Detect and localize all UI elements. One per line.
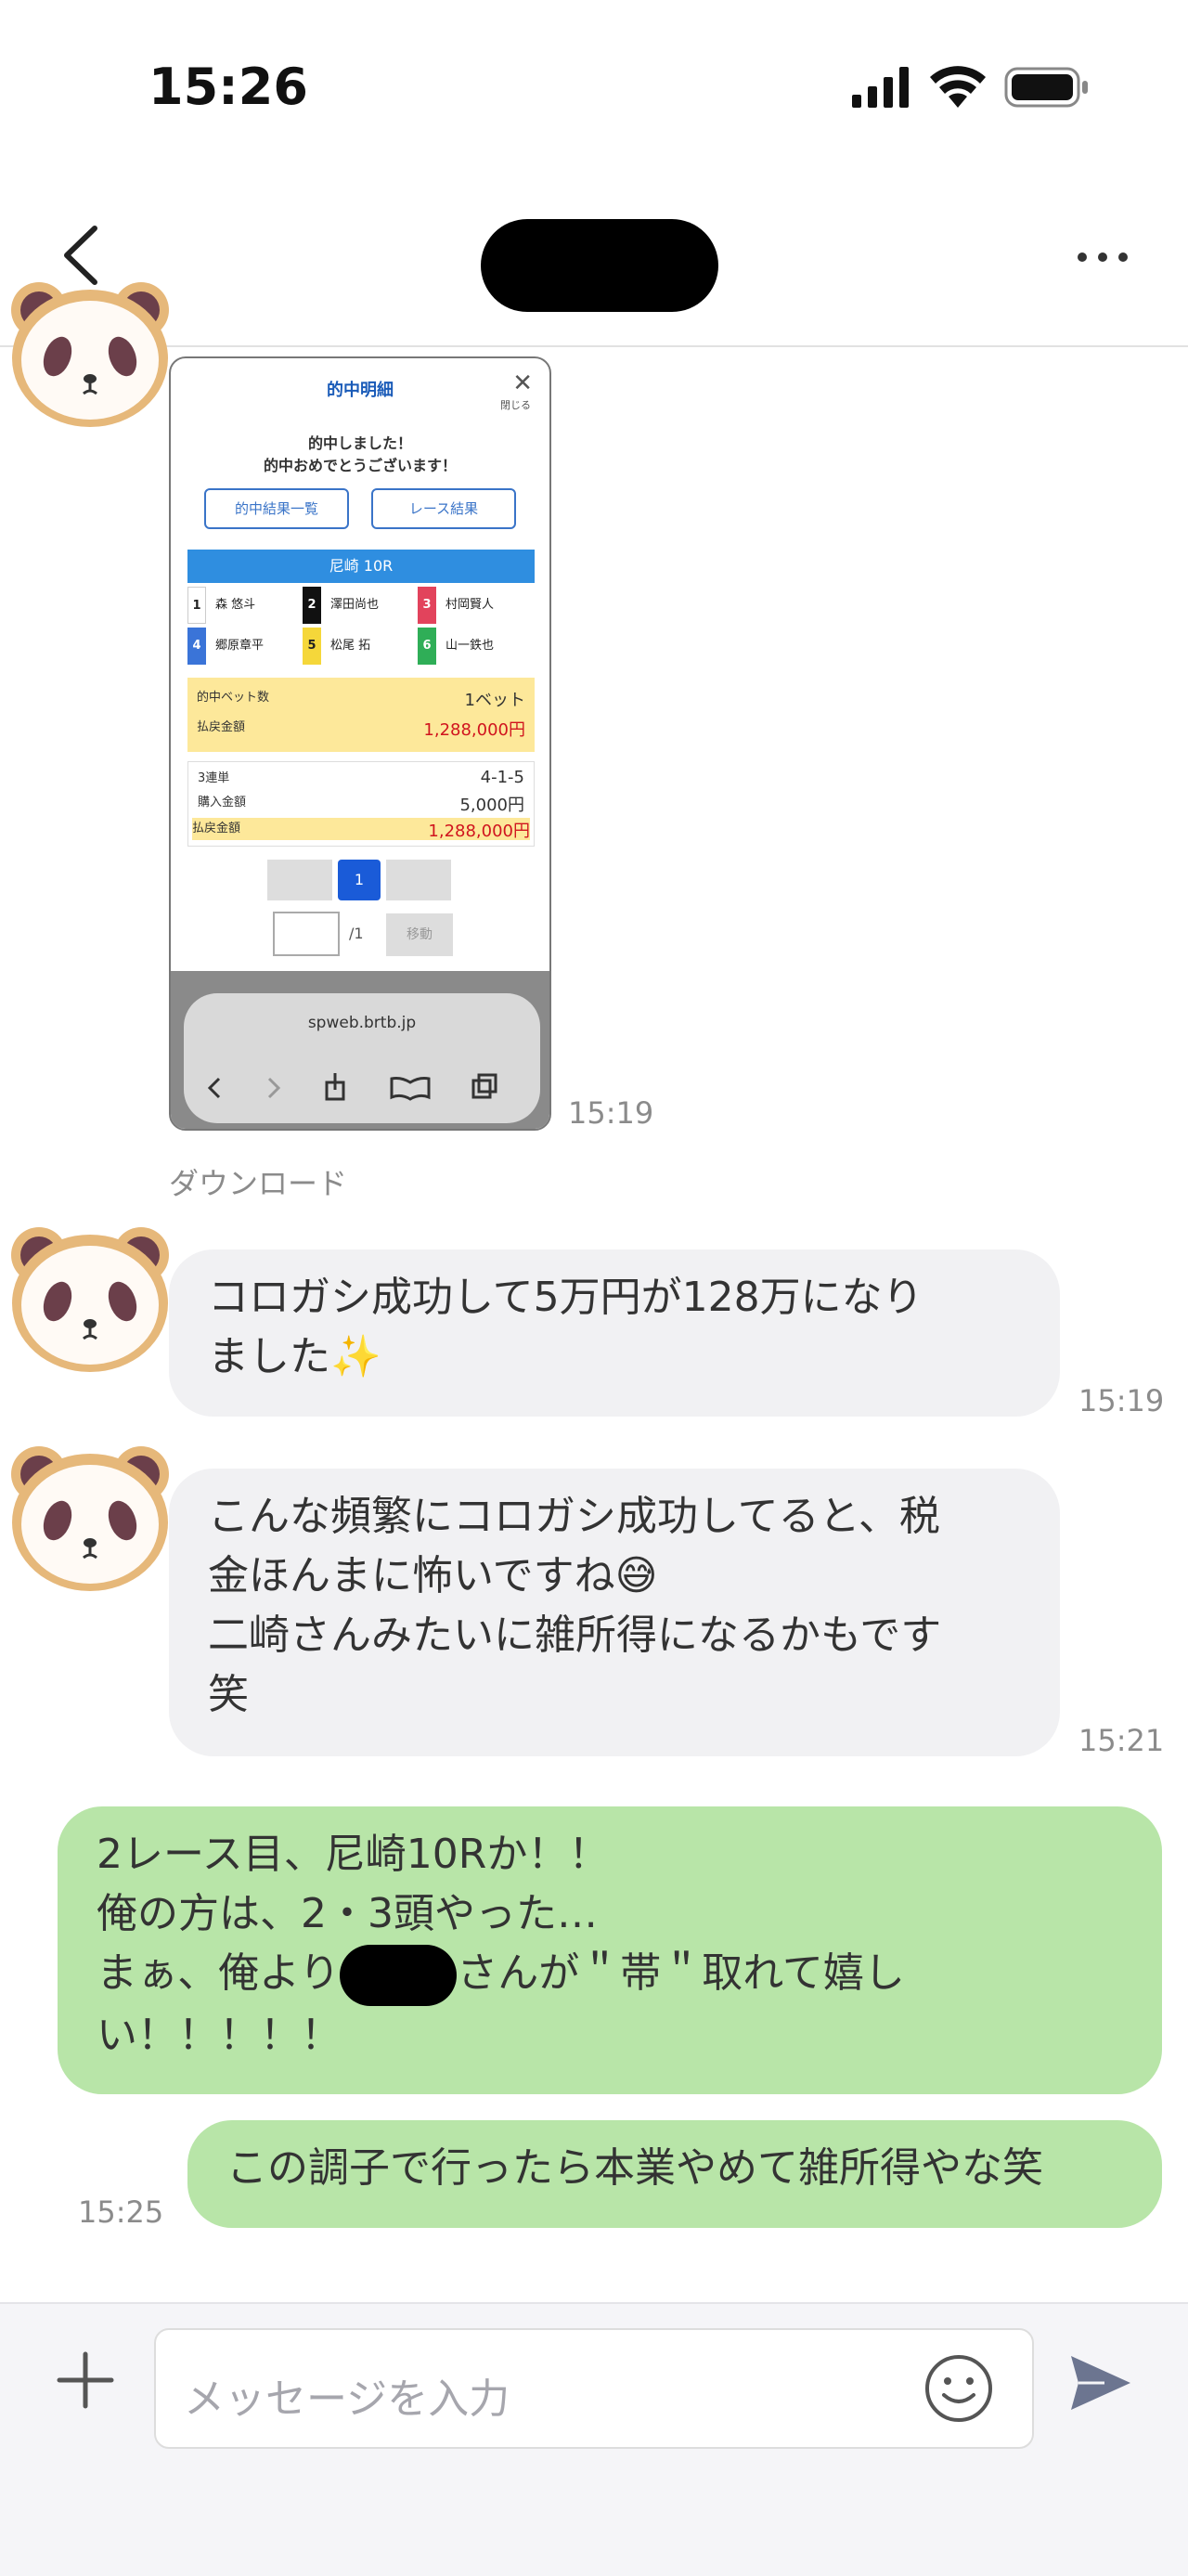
mini-horse-row: 4 郷原章平 5 松尾 拓 6 山一鉄也 [187,628,535,665]
close-icon: ✕ [512,369,533,397]
mini-button-list: 的中結果一覧 [204,488,349,529]
clock: 15:26 [148,58,308,116]
mini-value: 5,000円 [459,796,524,815]
mini-page-input [273,912,340,956]
mini-url-bar: spweb.brtb.jp [184,993,540,1123]
message-time: 15:25 [78,2194,164,2230]
mini-horse-name: 村岡賢人 [446,598,495,612]
message-text-part: さんが＂帯＂取れて嬉し [457,1949,905,1997]
message-text-line: 笑 [208,1671,249,1718]
mini-value: 1,288,000円 [423,720,525,740]
message-text-line: この調子で行ったら本業やめて雑所得やな笑 [226,2144,1043,2192]
mini-button-result: レース結果 [371,488,516,529]
cellular-signal-icon [852,67,909,108]
mini-hit-line2: 的中おめでとうございます！ [263,457,457,474]
battery-icon [1004,67,1088,108]
status-bar: 15:26 [0,0,1188,176]
mini-hit-line1: 的中しました！ [307,434,412,452]
wifi-icon [930,66,986,108]
mini-horse-name: 松尾 拓 [330,639,371,653]
message-text-line: まぁ、俺より さんが＂帯＂取れて嬉し [97,1944,1123,2006]
mini-horse-num: 2 [303,587,321,624]
message-time: 15:19 [1078,1383,1165,1418]
more-options-icon[interactable] [1075,243,1130,271]
message-text-line: コロガシ成功して5万円が128万になり [208,1274,923,1321]
mini-page-go: 移動 [386,913,453,956]
mini-browser-toolbar-icon [207,1073,497,1101]
message-text-line: こんな頻繁にコロガシ成功してると、税 [208,1493,940,1540]
mini-url: spweb.brtb.jp [307,1014,417,1032]
mini-label: 的中ベット数 [197,691,270,705]
message-text-line: 二崎さんみたいに雑所得になるかもです [208,1612,942,1659]
mini-close-sub: 閉じる [500,399,531,411]
mini-horse-num: 6 [418,628,436,665]
mini-page-prev [267,860,332,900]
mini-race-bar: 尼崎 10R [187,550,535,583]
mini-horse-name: 山一鉄也 [446,639,495,653]
mini-hit-text: 的中しました！ 的中おめでとうございます！ [171,433,549,477]
download-link[interactable]: ダウンロード [169,1160,347,1203]
mini-label: 払戻金額 [197,720,246,734]
mini-value: 1,288,000円 [428,822,530,841]
mini-horse-num: 5 [303,628,321,665]
panda-avatar-icon[interactable] [6,1220,174,1378]
panda-avatar-icon[interactable] [6,1439,174,1597]
panda-avatar-icon[interactable] [6,275,174,433]
send-icon[interactable] [1065,2349,1134,2417]
outgoing-message-bubble[interactable]: この調子で行ったら本業やめて雑所得やな笑 [187,2120,1162,2228]
message-text-line: 俺の方は、2・3頭やった… [97,1890,598,1937]
message-text-line: 2レース目、尼崎10Rか！！ [97,1831,610,1878]
mini-horse-name: 澤田尚也 [330,598,380,612]
mini-horse-row: 1 森 悠斗 2 澤田尚也 3 村岡賢人 [187,587,535,624]
chat-title-redacted [481,219,718,312]
mini-horse-name: 森 悠斗 [215,598,256,612]
image-message[interactable]: 的中明細 ✕ 閉じる 的中しました！ 的中おめでとうございます！ 的中結果一覧 … [169,356,551,1131]
message-input-placeholder: メッセージを入力 [184,2375,510,2423]
mini-page-next [386,860,451,900]
message-time: 15:21 [1078,1723,1165,1758]
plus-icon[interactable] [56,2350,115,2410]
message-text-line: い！！！！！ [97,2012,342,2059]
mini-page-total: /1 [349,925,364,942]
emoji-icon[interactable] [921,2350,997,2427]
mini-horse-name: 郷原章平 [215,639,265,653]
mini-title: 的中明細 [327,381,394,400]
incoming-message-bubble[interactable]: コロガシ成功して5万円が128万になり ました✨ [169,1249,1060,1417]
outgoing-message-bubble[interactable]: 2レース目、尼崎10Rか！！ 俺の方は、2・3頭やった… まぁ、俺より さんが＂帯… [58,1806,1162,2094]
message-text-line: 金ほんまに怖いですね😅 [208,1552,658,1599]
mini-value: 1ベット [464,691,525,710]
mini-horse-num: 1 [187,587,206,624]
mini-payout-box: 的中ベット数 1ベット 払戻金額 1,288,000円 [187,678,535,752]
redacted-name [340,1945,458,2006]
message-text-line: ました✨ [208,1333,381,1380]
mini-page-current: 1 [338,860,381,900]
mini-horse-num: 3 [418,587,436,624]
mini-horse-num: 4 [187,628,206,665]
message-input[interactable]: メッセージを入力 [154,2328,1034,2449]
mini-label: 3連単 [198,771,230,785]
message-text-part: まぁ、俺より [97,1949,341,1997]
message-time: 15:19 [568,1095,654,1131]
mini-label: 払戻金額 [192,822,241,835]
incoming-message-bubble[interactable]: こんな頻繁にコロガシ成功してると、税 金ほんまに怖いですね😅 二崎さんみたいに雑… [169,1469,1060,1756]
mini-value: 4-1-5 [480,768,524,787]
mini-label: 購入金額 [198,796,247,809]
mini-bet-box: 3連単 4-1-5 購入金額 5,000円 払戻金額 1,288,000円 [187,761,535,847]
